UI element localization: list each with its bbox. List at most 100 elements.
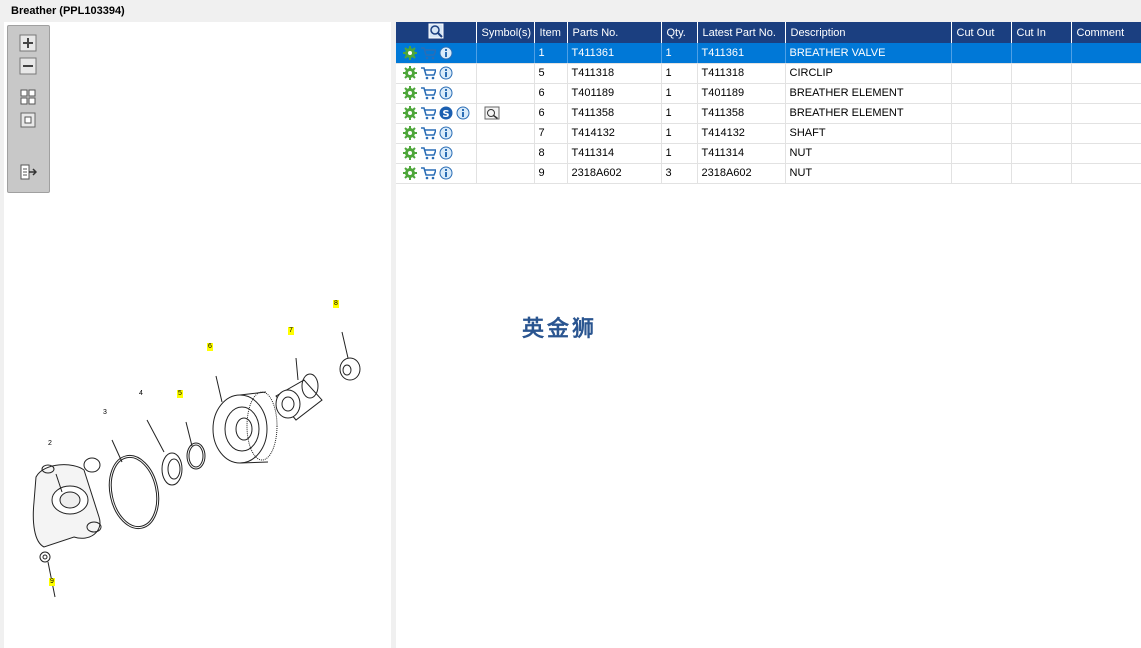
info-icon[interactable] bbox=[439, 86, 453, 100]
column-header-cut-in[interactable]: Cut In bbox=[1011, 22, 1072, 43]
row-tools-cell bbox=[396, 163, 477, 184]
table-row[interactable]: S 6 T411358 1 T411358 BREATHER ELEMENT bbox=[396, 103, 1141, 124]
column-header-latest-part-no[interactable]: Latest Part No. bbox=[697, 22, 786, 43]
row-item-cell: 8 bbox=[534, 143, 568, 164]
row-item-cell: 7 bbox=[534, 123, 568, 144]
settings-gear-icon[interactable] bbox=[403, 106, 417, 120]
table-row[interactable]: 9 2318A602 3 2318A602 NUT bbox=[396, 163, 1141, 184]
row-description-cell: SHAFT bbox=[785, 123, 952, 144]
column-header-symbols[interactable]: Symbol(s) bbox=[476, 22, 535, 43]
row-symbols-cell bbox=[476, 143, 535, 164]
column-header-description[interactable]: Description bbox=[785, 22, 952, 43]
shopping-cart-icon[interactable] bbox=[420, 86, 436, 100]
row-cut-in-cell bbox=[1011, 63, 1072, 84]
row-comment-cell bbox=[1071, 103, 1141, 124]
row-cut-out-cell bbox=[951, 43, 1012, 64]
column-header-parts-no[interactable]: Parts No. bbox=[567, 22, 662, 43]
shopping-cart-icon[interactable] bbox=[420, 166, 436, 180]
callout-6[interactable]: 6 bbox=[207, 343, 213, 351]
window-title-bar: Breather (PPL103394) bbox=[0, 0, 1141, 22]
row-cut-out-cell bbox=[951, 143, 1012, 164]
table-row[interactable]: 6 T401189 1 T401189 BREATHER ELEMENT bbox=[396, 83, 1141, 104]
row-qty-cell: 1 bbox=[661, 63, 698, 84]
row-symbols-cell bbox=[476, 63, 535, 84]
shopping-cart-icon[interactable] bbox=[420, 146, 436, 160]
column-header-item[interactable]: Item bbox=[534, 22, 568, 43]
zoom-toolbar bbox=[7, 25, 50, 193]
row-part-no-cell: T411318 bbox=[567, 63, 662, 84]
export-icon bbox=[20, 164, 37, 180]
shopping-cart-icon[interactable] bbox=[420, 46, 436, 60]
grid-icon bbox=[20, 89, 36, 105]
shopping-cart-icon[interactable] bbox=[420, 106, 436, 120]
shopping-cart-icon[interactable] bbox=[420, 126, 436, 140]
row-tools-cell bbox=[396, 43, 477, 64]
exploded-parts-diagram bbox=[32, 331, 361, 598]
row-description-cell: NUT bbox=[785, 163, 952, 184]
actual-size-button[interactable] bbox=[18, 110, 38, 130]
settings-gear-icon[interactable] bbox=[403, 45, 417, 60]
row-part-no-cell: T411361 bbox=[567, 43, 662, 64]
info-icon[interactable] bbox=[439, 66, 453, 80]
table-row[interactable]: 5 T411318 1 T411318 CIRCLIP bbox=[396, 63, 1141, 84]
row-qty-cell: 1 bbox=[661, 103, 698, 124]
row-comment-cell bbox=[1071, 43, 1141, 64]
row-comment-cell bbox=[1071, 163, 1141, 184]
column-header-cut-out[interactable]: Cut Out bbox=[951, 22, 1012, 43]
export-button[interactable] bbox=[18, 162, 38, 182]
info-icon[interactable] bbox=[439, 146, 453, 160]
parts-table-body: 1 T411361 1 T411361 BREATHER VALVE 5 T411318 1 T… bbox=[396, 43, 1141, 184]
callout-3[interactable]: 3 bbox=[102, 409, 108, 417]
callout-5[interactable]: 5 bbox=[177, 390, 183, 398]
row-latest-part-no-cell: T411361 bbox=[697, 43, 786, 64]
row-symbols-cell bbox=[476, 163, 535, 184]
svg-text:S: S bbox=[442, 109, 449, 120]
table-row[interactable]: 1 T411361 1 T411361 BREATHER VALVE bbox=[396, 43, 1141, 64]
row-part-no-cell: T411314 bbox=[567, 143, 662, 164]
row-qty-cell: 1 bbox=[661, 123, 698, 144]
table-header-row: Symbol(s) Item Parts No. Qty. Latest Par… bbox=[396, 22, 1141, 43]
settings-gear-icon[interactable] bbox=[403, 66, 417, 80]
column-header-qty[interactable]: Qty. bbox=[661, 22, 698, 43]
row-cut-out-cell bbox=[951, 163, 1012, 184]
info-icon[interactable] bbox=[439, 46, 453, 60]
info-icon[interactable] bbox=[439, 126, 453, 140]
shopping-cart-icon[interactable] bbox=[420, 66, 436, 80]
settings-gear-icon[interactable] bbox=[403, 126, 417, 140]
table-row[interactable]: 8 T411314 1 T411314 NUT bbox=[396, 143, 1141, 164]
diagram-pane[interactable]: 8 7 6 5 4 3 2 9 bbox=[4, 22, 391, 648]
row-latest-part-no-cell: T411314 bbox=[697, 143, 786, 164]
row-comment-cell bbox=[1071, 83, 1141, 104]
zoom-out-button[interactable] bbox=[18, 56, 38, 76]
zoom-out-icon bbox=[19, 57, 37, 75]
callout-2[interactable]: 2 bbox=[47, 440, 53, 448]
catalog-symbol-icon[interactable] bbox=[484, 106, 500, 120]
row-latest-part-no-cell: 2318A602 bbox=[697, 163, 786, 184]
column-header-comment[interactable]: Comment bbox=[1071, 22, 1141, 43]
row-latest-part-no-cell: T401189 bbox=[697, 83, 786, 104]
row-cut-out-cell bbox=[951, 83, 1012, 104]
settings-gear-icon[interactable] bbox=[403, 146, 417, 160]
callout-7[interactable]: 7 bbox=[288, 327, 294, 335]
supersession-s-icon[interactable]: S bbox=[439, 106, 453, 120]
window-title: Breather (PPL103394) bbox=[11, 5, 125, 17]
info-icon[interactable] bbox=[439, 166, 453, 180]
column-header-tools[interactable] bbox=[396, 22, 477, 43]
row-item-cell: 9 bbox=[534, 163, 568, 184]
callout-4[interactable]: 4 bbox=[138, 390, 144, 398]
square-icon bbox=[20, 112, 36, 128]
callout-8[interactable]: 8 bbox=[333, 300, 339, 308]
row-comment-cell bbox=[1071, 123, 1141, 144]
settings-gear-icon[interactable] bbox=[403, 86, 417, 100]
zoom-in-button[interactable] bbox=[18, 33, 38, 53]
info-icon[interactable] bbox=[456, 106, 470, 120]
row-tools-cell: S bbox=[396, 103, 477, 124]
callout-9[interactable]: 9 bbox=[49, 578, 55, 586]
zoom-in-icon bbox=[19, 34, 37, 52]
row-part-no-cell: 2318A602 bbox=[567, 163, 662, 184]
row-latest-part-no-cell: T411318 bbox=[697, 63, 786, 84]
row-description-cell: BREATHER VALVE bbox=[785, 43, 952, 64]
fit-all-button[interactable] bbox=[18, 87, 38, 107]
settings-gear-icon[interactable] bbox=[403, 166, 417, 180]
table-row[interactable]: 7 T414132 1 T414132 SHAFT bbox=[396, 123, 1141, 144]
